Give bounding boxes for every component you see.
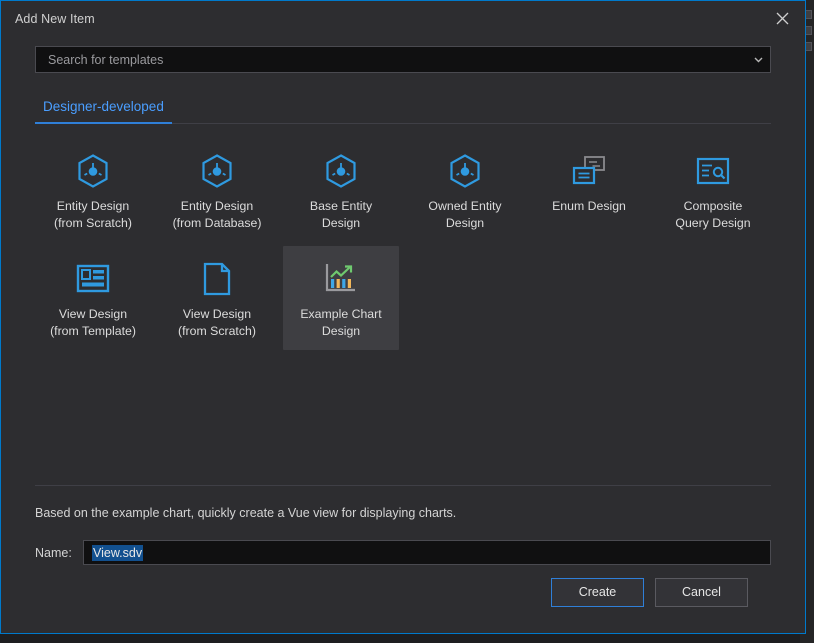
template-grid: Entity Design (from Scratch) Entity Desi… [27, 138, 779, 350]
template-tile-composite-query-design[interactable]: Composite Query Design [655, 138, 771, 242]
enum-windows-icon [568, 150, 610, 192]
blank-page-icon [196, 258, 238, 300]
template-description: Based on the example chart, quickly crea… [35, 506, 457, 520]
template-tile-entity-design-from-scratch[interactable]: Entity Design (from Scratch) [35, 138, 151, 242]
template-tile-base-entity-design[interactable]: Base Entity Design [283, 138, 399, 242]
search-row [1, 36, 805, 73]
query-search-icon [692, 150, 734, 192]
name-row: Name: View.sdv [35, 520, 771, 565]
template-tile-label: Entity Design (from Database) [172, 199, 262, 230]
chevron-down-icon[interactable] [747, 54, 764, 65]
template-tile-label: View Design (from Template) [50, 307, 136, 338]
close-icon[interactable] [759, 1, 805, 36]
view-template-icon [72, 258, 114, 300]
dialog-footer: Create Cancel [1, 565, 805, 633]
details-section: Based on the example chart, quickly crea… [1, 485, 805, 565]
name-input[interactable]: View.sdv [83, 540, 771, 565]
dialog-titlebar: Add New Item [1, 1, 805, 36]
dialog-title: Add New Item [15, 11, 95, 26]
tab-label: Designer-developed [43, 99, 164, 114]
template-tile-label: Enum Design [552, 199, 626, 213]
template-tile-example-chart-design[interactable]: Example Chart Design [283, 246, 399, 350]
create-button-label: Create [578, 585, 617, 599]
template-tile-label: Composite Query Design [675, 199, 751, 230]
template-tile-enum-design[interactable]: Enum Design [531, 138, 647, 242]
template-tile-label: Example Chart Design [300, 307, 382, 338]
chart-icon [320, 258, 362, 300]
template-tile-label: View Design (from Scratch) [178, 307, 256, 338]
template-tile-label: Owned Entity Design [428, 199, 502, 230]
template-tile-view-design-from-scratch[interactable]: View Design (from Scratch) [159, 246, 275, 350]
search-input[interactable] [46, 51, 747, 68]
add-new-item-dialog: Add New Item Designer-developed [0, 0, 806, 634]
template-tile-entity-design-from-database[interactable]: Entity Design (from Database) [159, 138, 275, 242]
template-tile-label: Base Entity Design [309, 199, 373, 230]
template-tile-owned-entity-design[interactable]: Owned Entity Design [407, 138, 523, 242]
entity-hexagon-icon [320, 150, 362, 192]
cancel-button[interactable]: Cancel [655, 577, 748, 607]
name-label: Name: [35, 545, 72, 560]
search-box[interactable] [35, 46, 771, 73]
template-tile-label: Entity Design (from Scratch) [54, 199, 132, 230]
entity-hexagon-icon [196, 150, 238, 192]
create-button[interactable]: Create [551, 577, 644, 607]
template-grid-wrap: Entity Design (from Scratch) Entity Desi… [1, 124, 805, 485]
template-tile-view-design-from-template[interactable]: View Design (from Template) [35, 246, 151, 350]
entity-hexagon-icon [72, 150, 114, 192]
entity-hexagon-icon [444, 150, 486, 192]
tab-designer-developed[interactable]: Designer-developed [35, 95, 172, 124]
template-category-tabs: Designer-developed [35, 95, 771, 124]
cancel-button-label: Cancel [682, 585, 721, 599]
name-input-value: View.sdv [92, 544, 144, 561]
